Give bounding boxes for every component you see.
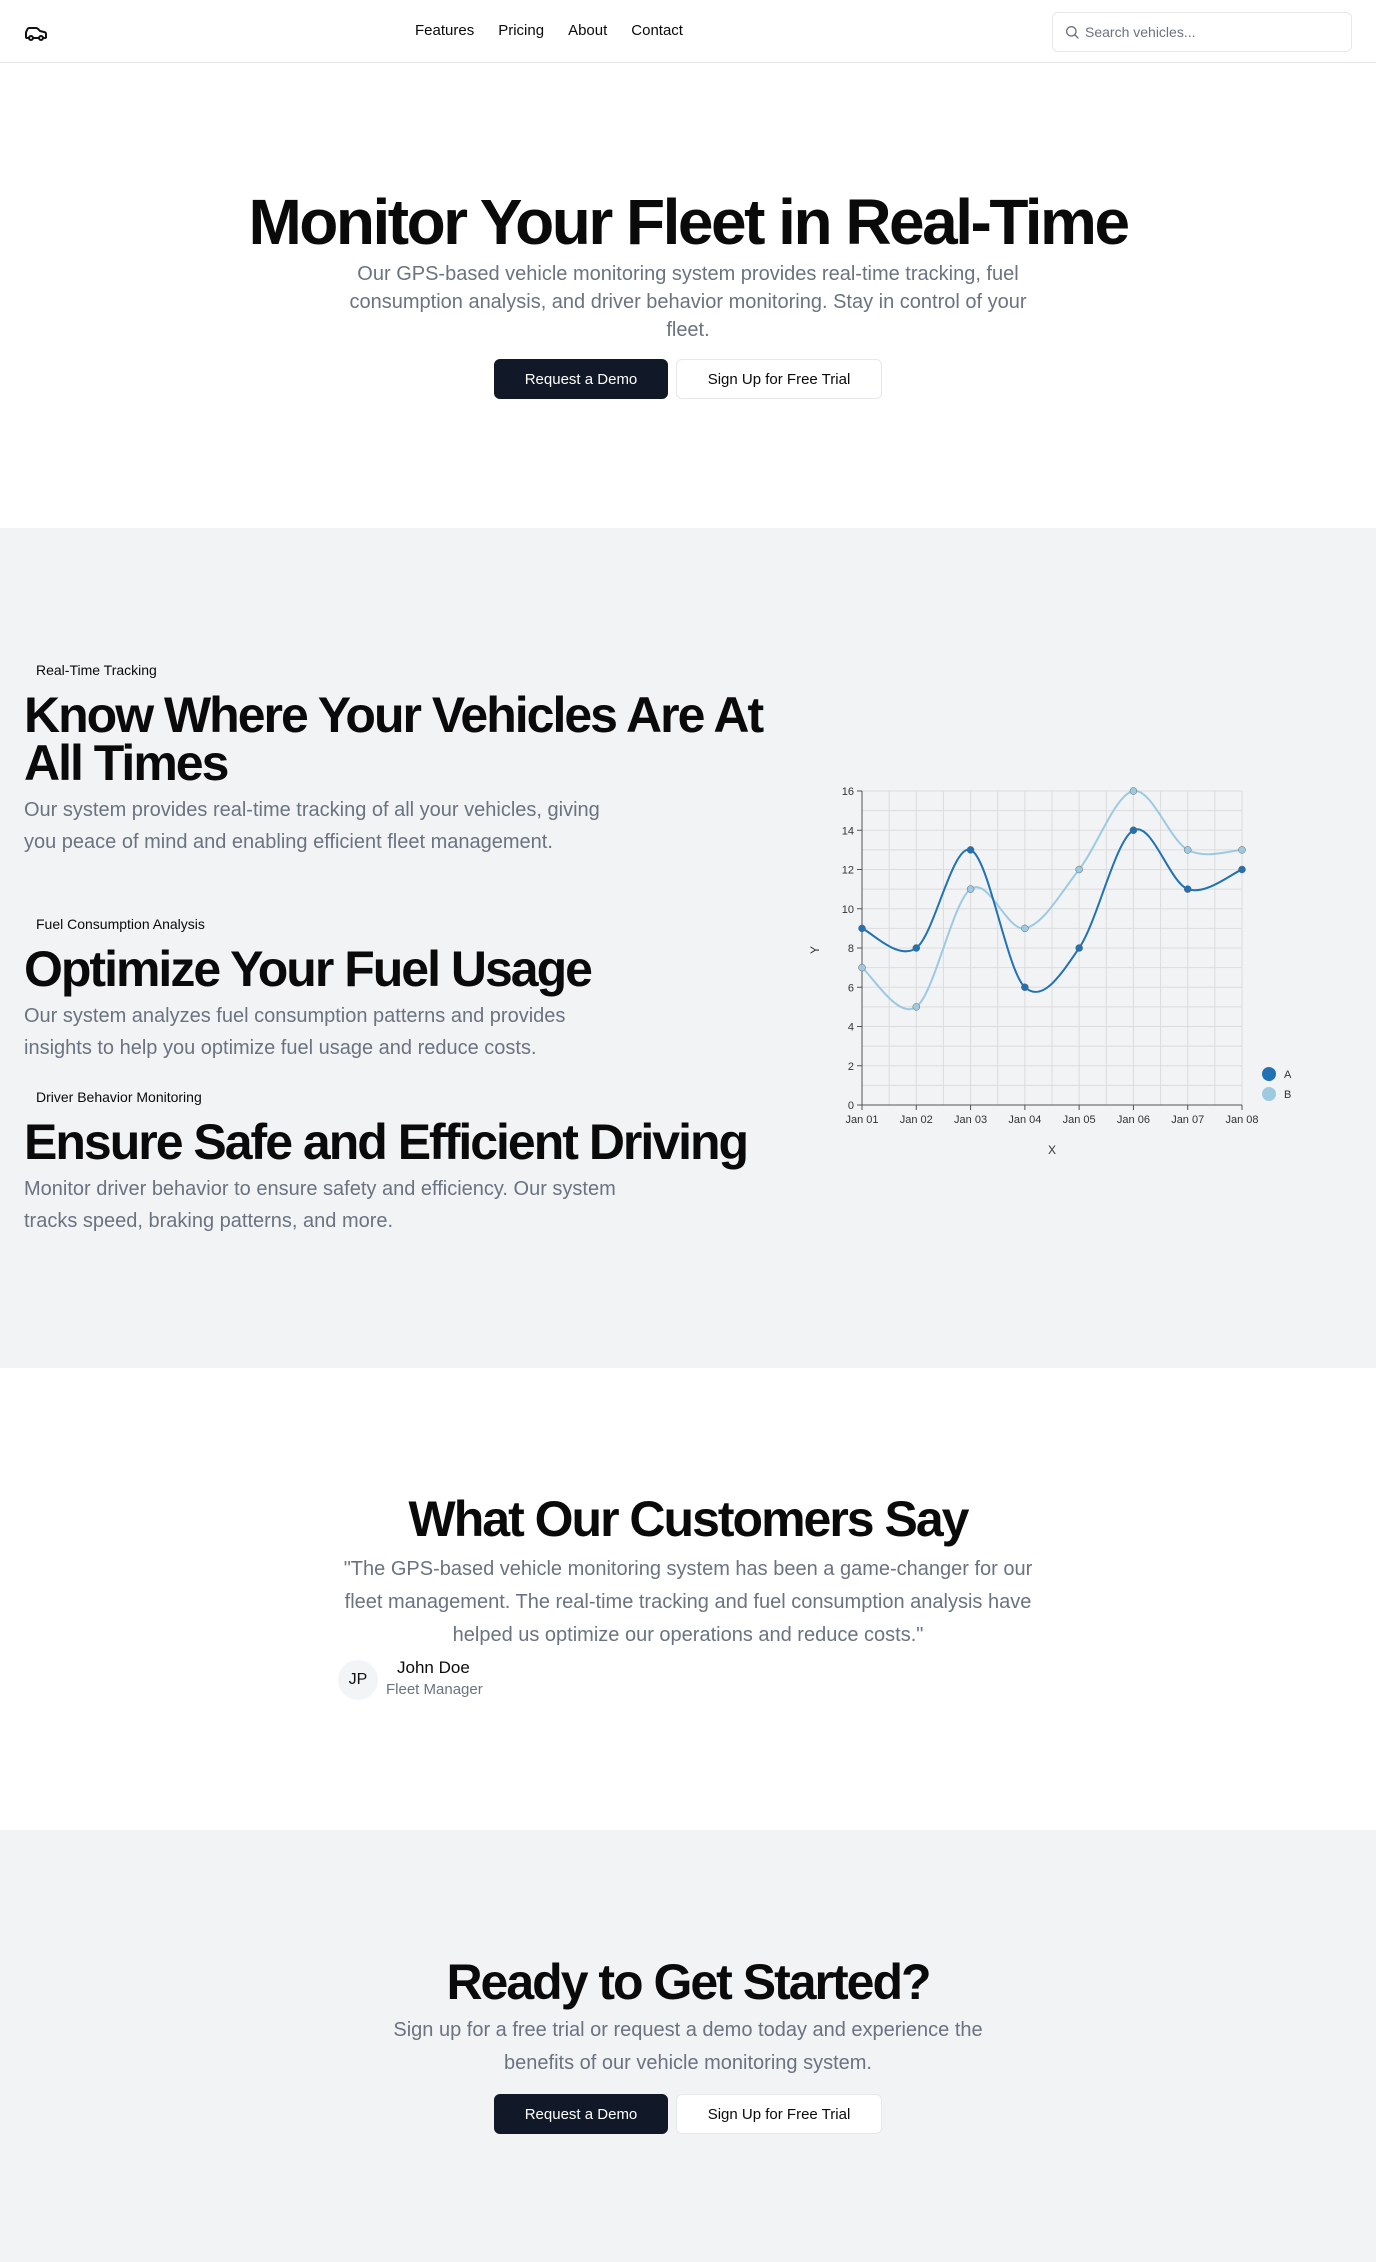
data-point-a — [1129, 826, 1138, 834]
x-tick-label: Jan 07 — [1171, 1114, 1204, 1126]
y-tick-label: 10 — [842, 904, 854, 916]
chart-svg: 0 2 4 6 8 10 12 14 16 Jan 01 Jan 02 Jan 03 Jan 04 Jan… — [808, 786, 1292, 1157]
nav-link-about[interactable]: About — [568, 22, 607, 39]
feature-text-driver: Monitor driver behavior to ensure safety… — [24, 1178, 616, 1232]
y-tick-label: 4 — [848, 1022, 854, 1034]
x-tick-label: Jan 01 — [845, 1114, 878, 1126]
data-point-a — [1075, 944, 1083, 952]
data-point-b — [1183, 846, 1192, 854]
data-point-a — [966, 846, 975, 854]
car-logo-icon[interactable] — [24, 21, 48, 45]
hero-buttons: Request a Demo Sign Up for Free Trial — [0, 359, 1376, 399]
feature-title-fuel: Optimize Your Fuel Usage — [24, 941, 593, 997]
search-input[interactable] — [1085, 13, 1345, 51]
y-tick-label: 8 — [848, 943, 854, 955]
search-icon — [1066, 26, 1079, 39]
data-point-b — [858, 963, 866, 972]
feature-title-driver: Ensure Safe and Efficient Driving — [24, 1114, 749, 1170]
chart-legend: AB — [1262, 1067, 1292, 1101]
top-navigation: Features Pricing About Contact — [0, 0, 1376, 63]
fuel-line-chart: 0 2 4 6 8 10 12 14 16 Jan 01 Jan 02 Jan 03 Jan 04 Jan… — [800, 760, 1300, 1180]
hero-title: Monitor Your Fleet in Real-Time — [248, 186, 1130, 258]
data-point-b — [1075, 865, 1083, 874]
data-point-a — [858, 924, 866, 933]
data-point-a — [912, 944, 921, 952]
hero-section: Monitor Your Fleet in Real-Time Our GPS-… — [0, 64, 1376, 528]
feature-badge-fuel: Fuel Consumption Analysis — [36, 916, 205, 932]
y-axis-label: Y — [808, 946, 822, 954]
request-demo-button[interactable]: Request a Demo — [494, 359, 668, 399]
chart-axes: 0 2 4 6 8 10 12 14 16 Jan 01 Jan 02 Jan 03 Jan 04 Jan… — [842, 786, 1259, 1126]
testimonial-section: What Our Customers Say "The GPS-based ve… — [0, 1368, 1376, 1830]
y-tick-label: 6 — [848, 982, 854, 994]
y-tick-label: 0 — [848, 1100, 854, 1112]
feature-badge-tracking: Real-Time Tracking — [36, 662, 157, 678]
testimonial-title: What Our Customers Say — [408, 1491, 970, 1547]
author-name: John Doe — [397, 1658, 470, 1677]
data-point-a — [1021, 983, 1029, 991]
legend-label-b: B — [1284, 1089, 1291, 1101]
feature-badge-driver: Driver Behavior Monitoring — [36, 1089, 202, 1105]
feature-title-tracking: Know Where Your Vehicles Are At All Time… — [24, 687, 764, 791]
x-tick-label: Jan 03 — [954, 1114, 987, 1126]
data-point-b — [1238, 846, 1246, 854]
y-tick-label: 16 — [842, 786, 854, 798]
cta-text: Sign up for a free trial or request a de… — [393, 2019, 983, 2074]
data-point-a — [1238, 865, 1246, 874]
cta-free-trial-button[interactable]: Sign Up for Free Trial — [676, 2094, 882, 2134]
cta-request-demo-button[interactable]: Request a Demo — [494, 2094, 668, 2134]
x-tick-label: Jan 06 — [1117, 1114, 1150, 1126]
cta-title: Ready to Get Started? — [446, 1954, 931, 2010]
author-role: Fleet Manager — [386, 1681, 483, 1698]
legend-marker-b — [1262, 1087, 1276, 1101]
feature-text-tracking: Our system provides real-time tracking o… — [24, 799, 600, 853]
x-axis-label: X — [1048, 1143, 1056, 1157]
data-point-b — [1129, 787, 1138, 795]
x-tick-label: Jan 04 — [1008, 1114, 1041, 1126]
hero-subtitle: Our GPS-based vehicle monitoring system … — [349, 263, 1027, 341]
nav-link-features[interactable]: Features — [415, 22, 474, 39]
free-trial-button[interactable]: Sign Up for Free Trial — [676, 359, 882, 399]
avatar: JP — [338, 1660, 378, 1700]
cta-buttons: Request a Demo Sign Up for Free Trial — [0, 2094, 1376, 2134]
testimonial-quote: "The GPS-based vehicle monitoring system… — [343, 1558, 1033, 1646]
data-point-b — [912, 1003, 921, 1011]
nav-links: Features Pricing About Contact — [415, 22, 683, 39]
x-tick-label: Jan 08 — [1225, 1114, 1258, 1126]
data-point-b — [1021, 924, 1029, 933]
search-box[interactable] — [1052, 12, 1352, 52]
nav-link-contact[interactable]: Contact — [631, 22, 683, 39]
x-tick-label: Jan 05 — [1063, 1114, 1096, 1126]
y-tick-label: 14 — [842, 825, 854, 837]
legend-marker-a — [1262, 1067, 1276, 1081]
data-point-b — [966, 885, 975, 893]
cta-section: Ready to Get Started? Sign up for a free… — [0, 1830, 1376, 2262]
legend-label-a: A — [1284, 1069, 1292, 1081]
x-tick-label: Jan 02 — [900, 1114, 933, 1126]
data-point-a — [1183, 885, 1192, 893]
y-tick-label: 2 — [848, 1061, 854, 1073]
nav-link-pricing[interactable]: Pricing — [498, 22, 544, 39]
y-tick-label: 12 — [842, 865, 854, 877]
feature-text-fuel: Our system analyzes fuel consumption pat… — [24, 1005, 566, 1059]
